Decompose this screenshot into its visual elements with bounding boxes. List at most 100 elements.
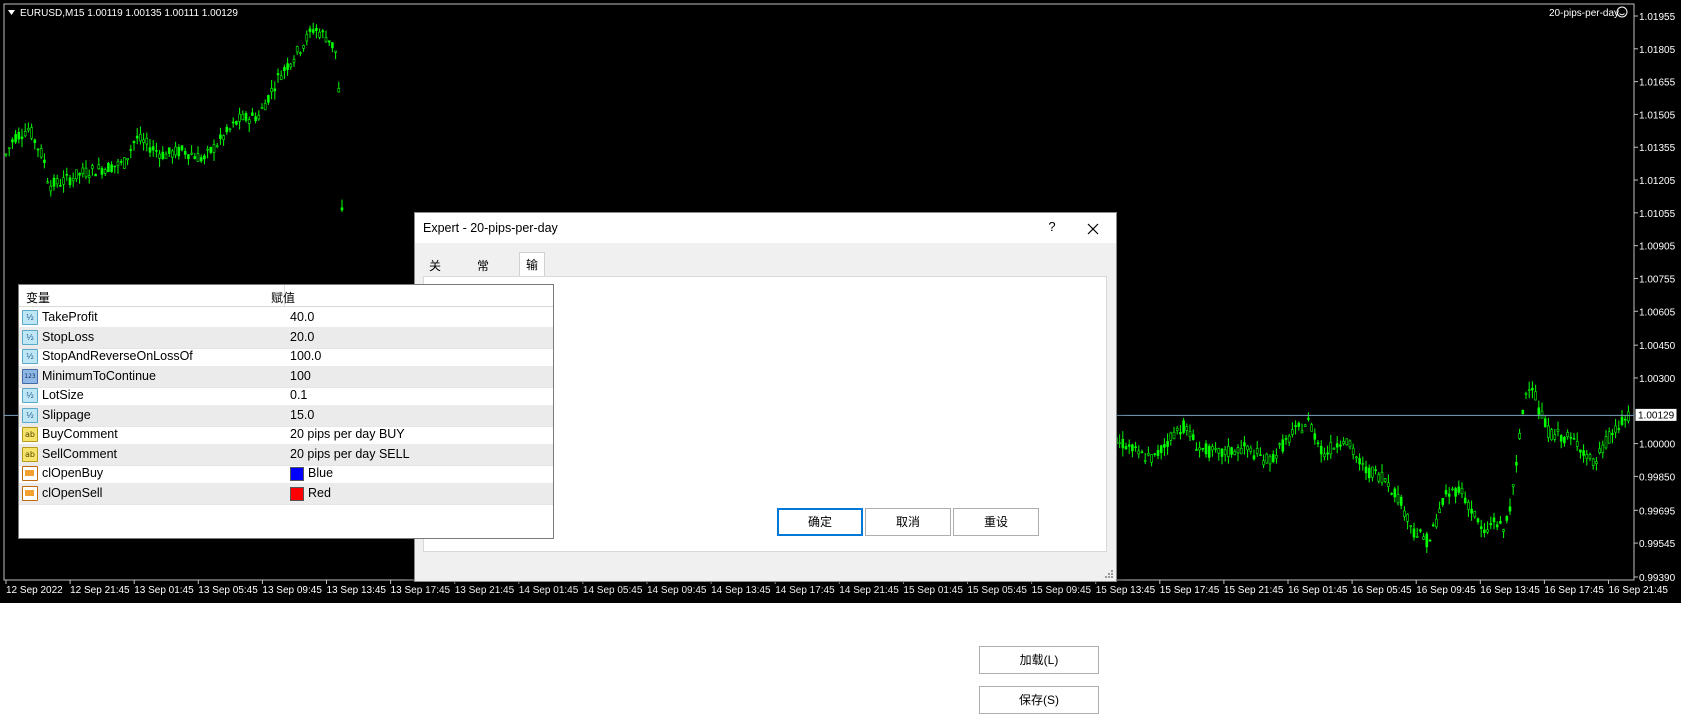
candle-body xyxy=(235,120,238,125)
time-tick-label: 14 Sep 17:45 xyxy=(775,585,835,596)
candle-body xyxy=(1156,449,1160,456)
candle-body xyxy=(161,151,165,160)
double-type-icon: ½ xyxy=(22,349,38,364)
candle-body xyxy=(1476,518,1480,523)
candle-body xyxy=(334,50,337,53)
parameter-name: MinimumToContinue xyxy=(42,368,156,383)
candle-body xyxy=(100,168,104,175)
parameter-value[interactable]: 0.1 xyxy=(290,388,307,402)
column-header-variable[interactable]: 变量 xyxy=(26,289,50,306)
candle-body xyxy=(62,177,65,185)
candle-body xyxy=(1326,452,1329,455)
resize-grip-icon[interactable] xyxy=(1104,569,1114,579)
candle-body xyxy=(148,147,152,153)
time-tick-label: 13 Sep 21:45 xyxy=(455,585,515,596)
close-icon xyxy=(1087,223,1099,235)
candle-body xyxy=(75,169,78,180)
candle-body xyxy=(1163,444,1166,448)
tab-inputs[interactable]: 输入参数 xyxy=(519,252,546,344)
candle-body xyxy=(1364,466,1368,474)
close-button[interactable] xyxy=(1081,219,1105,239)
parameter-value[interactable]: 40.0 xyxy=(290,310,314,324)
tab-common[interactable]: 常用 xyxy=(471,256,495,293)
candle-body xyxy=(1534,391,1537,401)
time-tick-label: 16 Sep 09:45 xyxy=(1416,585,1476,596)
symbol-label: EURUSD,M15 1.00119 1.00135 1.00111 1.001… xyxy=(20,8,238,19)
candle-body xyxy=(1409,525,1413,527)
candle-body xyxy=(65,174,69,176)
candle-body xyxy=(1342,441,1345,444)
time-tick-label: 14 Sep 09:45 xyxy=(647,585,707,596)
candle-body xyxy=(14,134,17,143)
parameter-value[interactable]: 20 pips per day SELL xyxy=(290,447,410,461)
candle-body xyxy=(267,95,270,103)
parameter-value[interactable]: 20 pips per day BUY xyxy=(290,427,405,441)
parameter-value[interactable]: 100 xyxy=(290,369,311,383)
price-tick-label: 1.01655 xyxy=(1639,78,1676,89)
candle-body xyxy=(190,152,193,155)
candle-body xyxy=(1380,472,1384,483)
parameter-value[interactable]: Blue xyxy=(308,466,333,480)
parameter-value[interactable]: 20.0 xyxy=(290,330,314,344)
candle-body xyxy=(30,127,33,139)
candle-body xyxy=(244,112,248,121)
input-parameters-table[interactable]: 变量 赋值 ½ TakeProfit 40.0 ½ StopLoss 20.0 ½ StopA… xyxy=(18,284,554,539)
candle-body xyxy=(1617,428,1621,430)
candle-body xyxy=(1351,447,1355,455)
candle-body xyxy=(1220,448,1224,457)
candle-body xyxy=(113,165,117,168)
candle-body xyxy=(1319,445,1323,455)
candle-body xyxy=(151,146,155,151)
candle-body xyxy=(1406,513,1409,522)
candle-body xyxy=(1428,539,1432,542)
parameter-value[interactable]: Red xyxy=(308,486,331,500)
price-tick-label: 1.00905 xyxy=(1639,242,1676,253)
candle-body xyxy=(171,150,174,158)
candle-body xyxy=(1201,447,1205,450)
parameter-value[interactable]: 15.0 xyxy=(290,408,314,422)
candle-body xyxy=(1393,488,1397,498)
current-price-label: 1.00129 xyxy=(1638,410,1675,421)
candle-body xyxy=(110,164,113,173)
candle-body xyxy=(36,148,40,151)
column-header-value[interactable]: 赋值 xyxy=(271,289,295,306)
candle-body xyxy=(241,113,245,121)
candle-body xyxy=(1508,506,1512,512)
help-button[interactable]: ? xyxy=(1043,219,1061,237)
candle-body xyxy=(1566,432,1569,437)
candle-body xyxy=(1403,510,1406,517)
candle-body xyxy=(1191,434,1195,441)
candle-body xyxy=(97,164,101,169)
candle-body xyxy=(1278,443,1281,446)
candle-body xyxy=(1483,529,1486,534)
ok-button[interactable]: 确定 xyxy=(777,508,863,536)
candle-body xyxy=(1387,482,1390,487)
time-tick-label: 15 Sep 13:45 xyxy=(1096,585,1156,596)
candle-body xyxy=(135,135,139,139)
reset-button[interactable]: 重设 xyxy=(953,508,1039,536)
candle-body xyxy=(1585,454,1589,459)
dialog-title-bar[interactable]: Expert - 20-pips-per-day ? xyxy=(415,213,1116,243)
candle-body xyxy=(1150,454,1153,463)
candle-body xyxy=(273,88,277,92)
tab-about[interactable]: 关于 xyxy=(423,256,447,293)
candle-body xyxy=(1627,411,1630,422)
parameter-value[interactable]: 100.0 xyxy=(290,349,321,363)
candle-body xyxy=(1447,493,1451,497)
candle-body xyxy=(1255,448,1259,454)
candle-body xyxy=(1179,432,1182,435)
table-row[interactable]: clOpenSell Red xyxy=(19,482,553,505)
candle-body xyxy=(324,37,328,43)
time-tick-label: 12 Sep 2022 xyxy=(6,585,63,596)
candle-body xyxy=(1313,433,1317,440)
candle-body xyxy=(116,161,120,166)
candle-body xyxy=(1511,484,1515,487)
save-button[interactable]: 保存(S) xyxy=(979,686,1099,714)
integer-type-icon: 123 xyxy=(22,368,38,384)
candle-body xyxy=(1521,409,1525,415)
candle-body xyxy=(155,150,158,152)
load-button[interactable]: 加载(L) xyxy=(979,646,1099,674)
cancel-button[interactable]: 取消 xyxy=(865,508,951,536)
candle-body xyxy=(139,133,142,142)
price-tick-label: 1.00605 xyxy=(1639,307,1676,318)
